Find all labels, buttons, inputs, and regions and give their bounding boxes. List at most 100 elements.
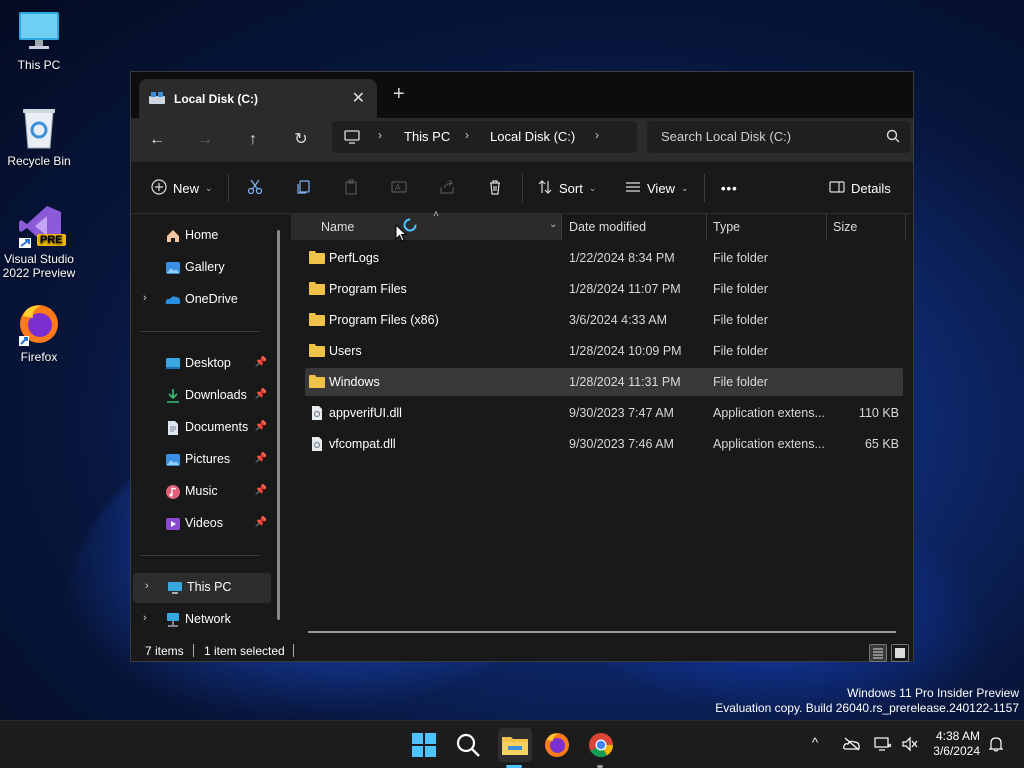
gallery-icon bbox=[165, 260, 181, 276]
sidebar-item-music[interactable]: Music 📌 bbox=[131, 477, 269, 507]
computer-icon bbox=[344, 129, 360, 148]
tiles-view-button[interactable] bbox=[891, 644, 909, 662]
breadcrumb-this-pc[interactable]: This PC bbox=[404, 129, 450, 144]
up-button[interactable]: ↑ bbox=[241, 128, 265, 152]
rename-button[interactable]: A bbox=[391, 178, 407, 198]
mouse-cursor-icon bbox=[395, 223, 408, 245]
forward-button[interactable]: → bbox=[193, 128, 217, 152]
notification-bell-icon[interactable] bbox=[988, 735, 1004, 756]
chevron-right-icon[interactable]: › bbox=[143, 612, 147, 624]
delete-button[interactable] bbox=[487, 178, 503, 198]
sidebar-item-label: Pictures bbox=[185, 452, 231, 466]
desktop-icon-this-pc[interactable]: This PC bbox=[0, 10, 78, 72]
chevron-right-icon[interactable]: › bbox=[595, 128, 599, 142]
column-header-type[interactable]: Type bbox=[713, 220, 740, 234]
file-list-scrollbar[interactable] bbox=[308, 631, 896, 633]
firefox-icon bbox=[17, 302, 61, 346]
sort-button[interactable]: Sort ⌄ bbox=[537, 178, 596, 198]
file-row[interactable]: PerfLogs 1/22/2024 8:34 PM File folder bbox=[305, 244, 903, 272]
copy-button[interactable] bbox=[295, 178, 311, 198]
tab-local-disk[interactable]: Local Disk (C:) ✕ bbox=[139, 79, 377, 118]
onedrive-offline-icon[interactable] bbox=[843, 737, 861, 754]
chevron-right-icon[interactable]: › bbox=[143, 292, 147, 304]
file-type: Application extens... bbox=[713, 406, 825, 420]
breadcrumb-local-disk[interactable]: Local Disk (C:) bbox=[490, 129, 575, 144]
navigation-pane-scrollbar[interactable] bbox=[277, 230, 280, 620]
file-name: Program Files bbox=[329, 282, 407, 296]
file-row-selected[interactable]: Windows 1/28/2024 11:31 PM File folder bbox=[305, 368, 903, 396]
start-button[interactable] bbox=[410, 731, 438, 759]
firefox-taskbar-button[interactable] bbox=[543, 731, 571, 759]
music-icon bbox=[165, 484, 181, 500]
file-row[interactable]: Program Files 1/28/2024 11:07 PM File fo… bbox=[305, 275, 903, 303]
chrome-taskbar-button[interactable] bbox=[587, 731, 615, 759]
column-divider[interactable] bbox=[561, 214, 562, 240]
file-row[interactable]: Program Files (x86) 3/6/2024 4:33 AM Fil… bbox=[305, 306, 903, 334]
sidebar-item-gallery[interactable]: Gallery bbox=[131, 253, 269, 283]
file-row[interactable]: vfcompat.dll 9/30/2023 7:46 AM Applicati… bbox=[305, 430, 903, 458]
clock-date: 3/6/2024 bbox=[933, 744, 980, 758]
view-button[interactable]: View ⌄ bbox=[625, 178, 689, 198]
chevron-down-icon: ⌄ bbox=[588, 182, 597, 193]
back-button[interactable]: ← bbox=[145, 128, 169, 152]
file-type: Application extens... bbox=[713, 437, 825, 451]
new-tab-button[interactable]: + bbox=[393, 83, 405, 106]
sidebar-item-documents[interactable]: Documents 📌 bbox=[131, 413, 269, 443]
show-hidden-icons-button[interactable]: ^ bbox=[812, 735, 818, 750]
column-divider[interactable] bbox=[905, 214, 906, 240]
column-header-date[interactable]: Date modified bbox=[569, 220, 646, 234]
sidebar-item-pictures[interactable]: Pictures 📌 bbox=[131, 445, 269, 475]
chevron-down-icon: ⌄ bbox=[680, 182, 689, 193]
sort-label: Sort bbox=[559, 180, 583, 196]
sidebar-item-downloads[interactable]: Downloads 📌 bbox=[131, 381, 269, 411]
search-button[interactable] bbox=[454, 731, 482, 759]
desktop-icon-visual-studio[interactable]: PRE Visual Studio 2022 Preview bbox=[0, 204, 78, 280]
details-view-button[interactable] bbox=[869, 644, 887, 662]
pin-icon: 📌 bbox=[254, 357, 267, 368]
sidebar-item-home[interactable]: Home bbox=[131, 221, 269, 251]
file-row[interactable]: appverifUI.dll 9/30/2023 7:47 AM Applica… bbox=[305, 399, 903, 427]
chevron-right-icon: › bbox=[378, 128, 382, 142]
column-header-name[interactable]: Name bbox=[321, 220, 354, 234]
share-button[interactable] bbox=[439, 178, 455, 198]
sidebar-item-label: OneDrive bbox=[185, 292, 238, 306]
cut-button[interactable] bbox=[247, 178, 263, 198]
file-row[interactable]: Users 1/28/2024 10:09 PM File folder bbox=[305, 337, 903, 365]
file-explorer-taskbar-button[interactable] bbox=[498, 728, 532, 762]
new-button[interactable]: New ⌄ bbox=[151, 178, 213, 198]
desktop-icon-recycle-bin[interactable]: Recycle Bin bbox=[0, 106, 78, 168]
videos-icon bbox=[165, 516, 181, 532]
sidebar-item-desktop[interactable]: Desktop 📌 bbox=[131, 349, 269, 379]
chevron-down-icon[interactable]: ⌄ bbox=[549, 219, 557, 230]
sidebar-item-label: Videos bbox=[185, 516, 223, 530]
network-status-icon[interactable] bbox=[874, 736, 892, 755]
close-tab-button[interactable]: ✕ bbox=[352, 88, 365, 108]
sort-ascending-icon: ˄ bbox=[433, 209, 439, 220]
details-pane-button[interactable]: Details bbox=[829, 178, 891, 198]
address-bar[interactable]: › This PC › Local Disk (C:) › bbox=[332, 121, 637, 153]
refresh-button[interactable]: ↻ bbox=[289, 128, 313, 152]
sidebar-item-label: Music bbox=[185, 484, 218, 498]
sidebar-item-network[interactable]: › Network bbox=[131, 605, 269, 635]
paste-button[interactable] bbox=[343, 178, 359, 198]
more-options-button[interactable]: ••• bbox=[721, 178, 738, 198]
sidebar-item-onedrive[interactable]: › OneDrive bbox=[131, 285, 269, 315]
plus-circle-icon bbox=[151, 178, 167, 198]
column-divider[interactable] bbox=[706, 214, 707, 240]
file-size: 65 KB bbox=[864, 437, 899, 451]
system-clock[interactable]: 4:38 AM 3/6/2024 bbox=[933, 729, 980, 759]
volume-muted-icon[interactable] bbox=[901, 736, 919, 755]
sidebar-item-this-pc[interactable]: › This PC bbox=[133, 573, 271, 603]
toolbar-divider bbox=[704, 174, 705, 202]
file-name: Program Files (x86) bbox=[329, 313, 439, 327]
search-box[interactable]: Search Local Disk (C:) bbox=[647, 121, 910, 153]
title-bar: Local Disk (C:) ✕ + bbox=[131, 72, 913, 118]
sidebar-item-videos[interactable]: Videos 📌 bbox=[131, 509, 269, 539]
chevron-right-icon[interactable]: › bbox=[145, 580, 149, 592]
file-date: 9/30/2023 7:47 AM bbox=[569, 406, 674, 420]
desktop-icon-firefox[interactable]: Firefox bbox=[0, 302, 78, 364]
file-list: Name ˄ ⌄ Date modified Type Size PerfLog… bbox=[291, 209, 915, 636]
file-type: File folder bbox=[713, 313, 768, 327]
column-header-size[interactable]: Size bbox=[833, 220, 857, 234]
column-divider[interactable] bbox=[826, 214, 827, 240]
